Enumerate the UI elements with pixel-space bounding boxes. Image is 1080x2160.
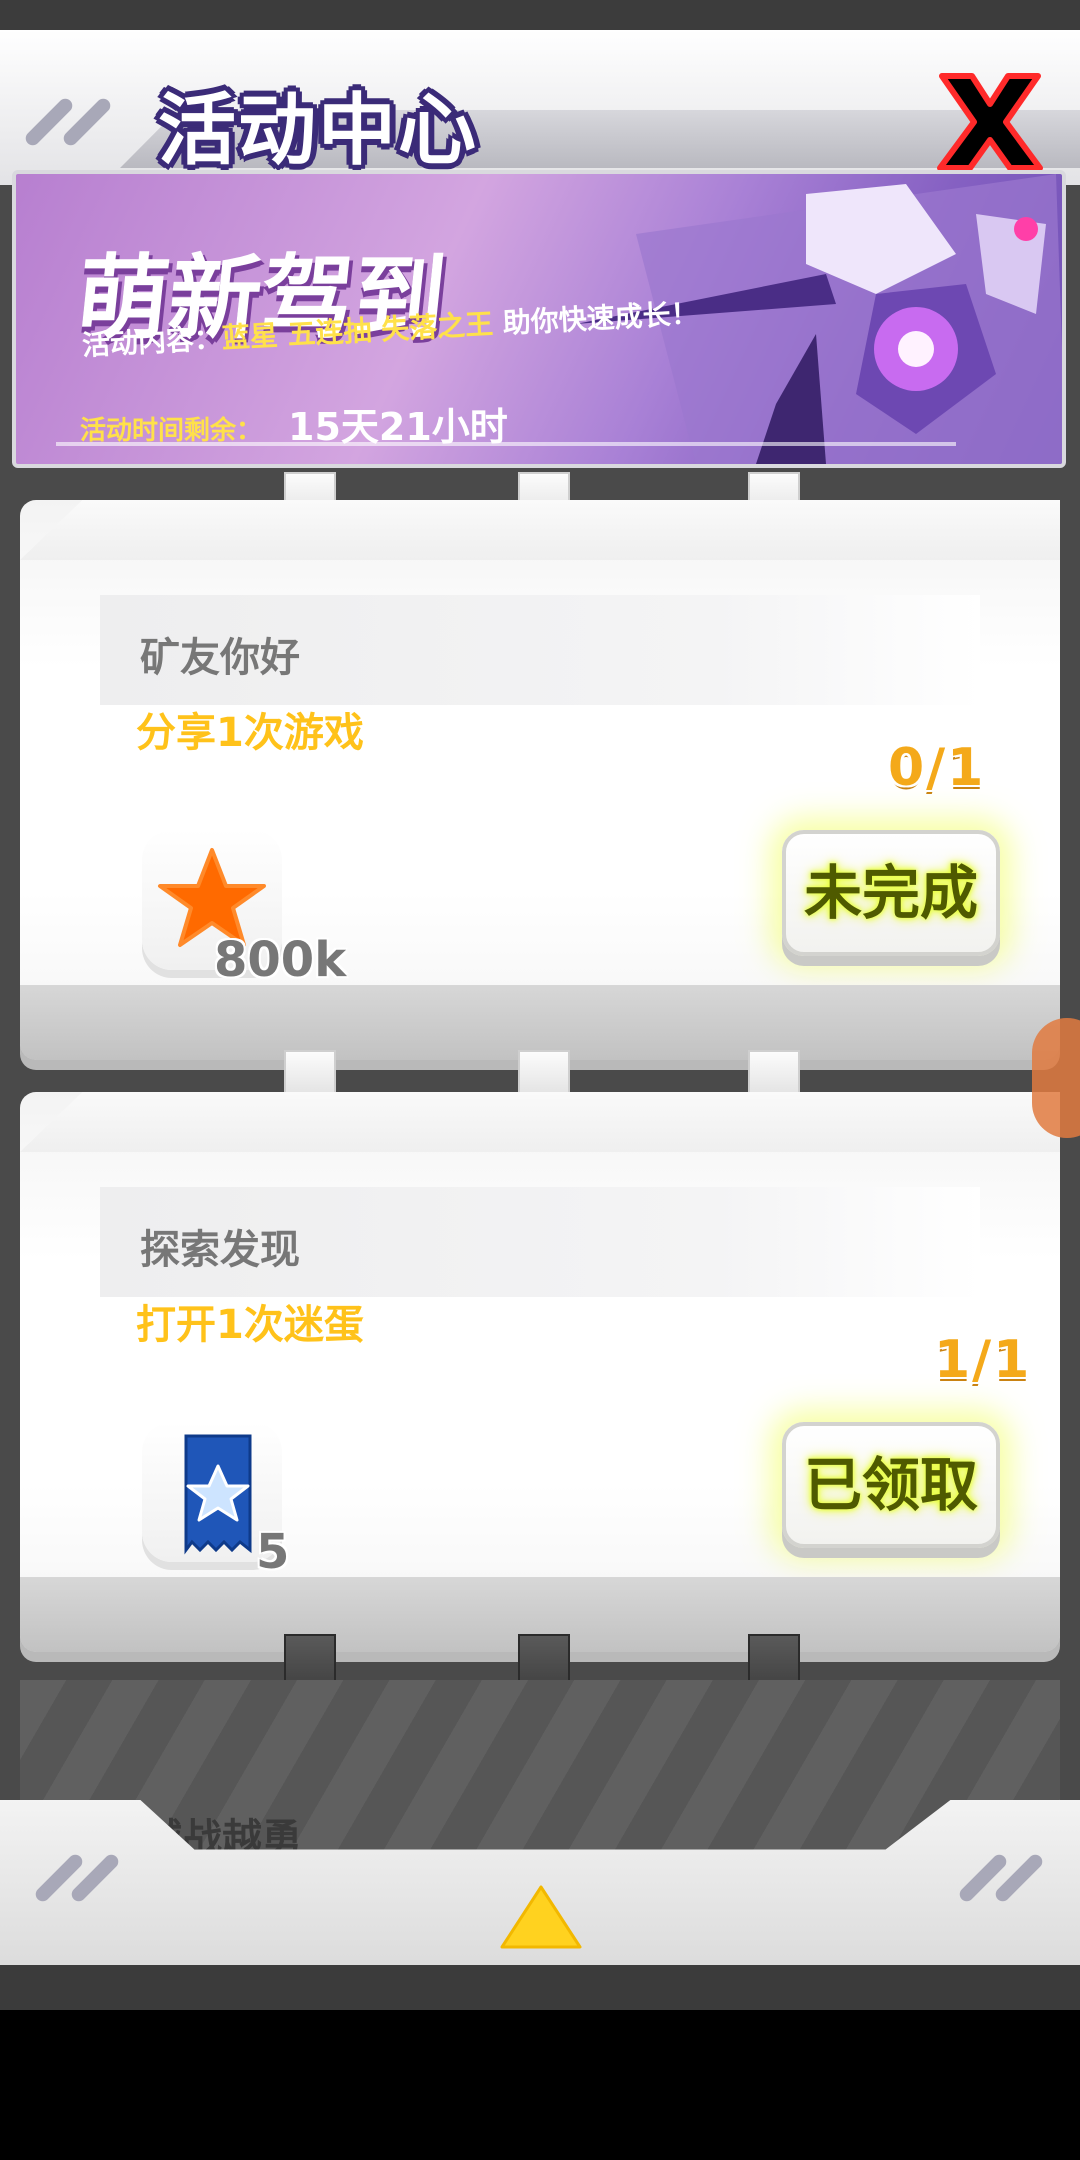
reward-quantity: 5	[256, 1524, 290, 1580]
task-progress: 1/1	[934, 1330, 1032, 1390]
task-description: 分享1次游戏	[136, 710, 364, 756]
close-icon[interactable]	[930, 62, 1050, 182]
content-label: 活动内容：	[81, 321, 223, 362]
task-progress: 0/1	[888, 738, 986, 798]
card-bevel	[20, 1092, 1060, 1152]
card-bevel	[20, 500, 1060, 560]
task-status-label: 已领取	[803, 1451, 978, 1519]
task-title: 矿友你好	[140, 635, 300, 681]
content-item: 蓝星	[221, 318, 279, 355]
task-status-label: 未完成	[803, 859, 978, 927]
floating-assistant-icon[interactable]	[1032, 1018, 1080, 1138]
time-remaining-label: 活动时间剩余：	[80, 416, 263, 446]
time-remaining-value: 15天21小时	[288, 405, 508, 449]
event-banner[interactable]: 萌新驾到 活动内容：蓝星 五连抽 失落之王 助你快速成长！ 活动时间剩余： 15…	[12, 170, 1066, 468]
content-item: 五连抽	[286, 313, 373, 352]
task-description: 打开1次迷蛋	[136, 1302, 364, 1348]
task-status-button[interactable]: 已领取	[782, 1422, 1000, 1548]
bottom-black-bar	[0, 2010, 1080, 2160]
task-card: 探索发现 打开1次迷蛋 1/1 5 已领取	[20, 1092, 1060, 1652]
card-footer	[20, 985, 1060, 1060]
task-status-button[interactable]: 未完成	[782, 830, 1000, 956]
page-title: 活动中心	[158, 86, 479, 176]
task-card: 矿友你好 分享1次游戏 0/1 800k 未完成	[20, 500, 1060, 1060]
footer-base	[0, 1965, 1080, 2010]
content-item: 失落之王	[380, 307, 494, 347]
task-title: 探索发现	[140, 1227, 300, 1273]
status-bar	[0, 0, 1080, 30]
reward-quantity: 800k	[214, 932, 347, 988]
scroll-up-icon[interactable]	[500, 1885, 582, 1951]
